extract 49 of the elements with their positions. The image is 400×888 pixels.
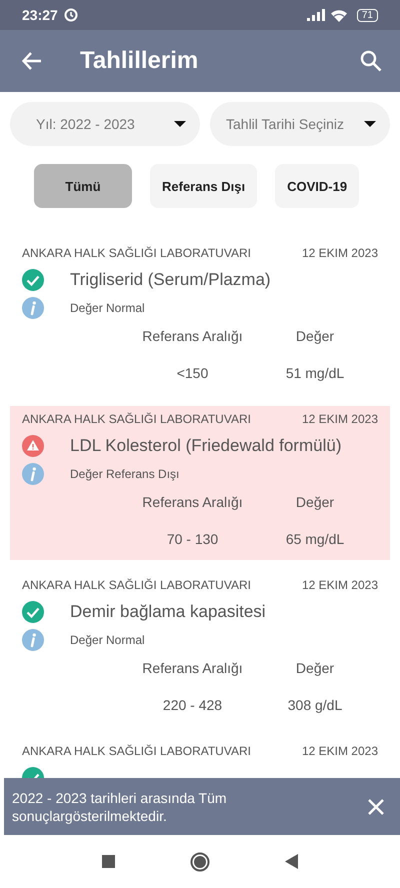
- lab-name: ANKARA HALK SAĞLIĞI LABORATUVARI: [22, 245, 251, 262]
- filter-chip[interactable]: COVID-19: [275, 164, 360, 208]
- column-header: Değer: [294, 328, 336, 345]
- filter-chip[interactable]: Tümü: [34, 164, 132, 208]
- filter-chip[interactable]: Referans Dışı: [150, 164, 258, 208]
- reference-range: 70 - 130: [166, 531, 220, 548]
- status-text: Değer Referans Dışı: [70, 467, 180, 481]
- test-name: LDL Kolesterol (Friedewald formülü): [70, 436, 342, 456]
- reference-range: <150: [176, 365, 210, 382]
- column-header: Referans Aralığı: [141, 328, 244, 345]
- status-text: Değer Normal: [70, 633, 145, 647]
- dropdown-caret-icon: [364, 121, 376, 127]
- column-header: Referans Aralığı: [141, 660, 244, 677]
- status-time: 23:27: [22, 7, 58, 23]
- result-date: 12 EKIM 2023: [302, 577, 378, 594]
- screen-title: Tahlillerim: [80, 47, 200, 75]
- snackbar-message: 2022 - 2023 tarihleri arasında Tüm sonuçlargösterilmektedir.: [12, 788, 228, 824]
- result-date: 12 EKIM 2023: [302, 411, 378, 428]
- result-date: 12 EKIM 2023: [302, 245, 378, 262]
- reference-range: 220 - 428: [162, 697, 224, 714]
- lab-name: ANKARA HALK SAĞLIĞI LABORATUVARI: [22, 743, 251, 760]
- result-value: 51 mg/dL: [284, 365, 346, 382]
- column-header: Referans Aralığı: [141, 494, 244, 511]
- warning-circle-icon: [22, 435, 44, 457]
- dropdown-field[interactable]: Tahlil Tarihi Seçiniz: [210, 102, 390, 146]
- check-circle-icon: [22, 269, 44, 291]
- column-header: Değer: [294, 494, 336, 511]
- result-date: 12 EKIM 2023: [302, 743, 378, 760]
- close-icon[interactable]: [368, 798, 384, 814]
- signal-icon: [306, 9, 325, 21]
- column-header: Değer: [294, 660, 336, 677]
- wifi-icon: [330, 8, 347, 22]
- lab-name: ANKARA HALK SAĞLIĞI LABORATUVARI: [22, 577, 251, 594]
- lab-name: ANKARA HALK SAĞLIĞI LABORATUVARI: [22, 411, 251, 428]
- search-icon[interactable]: [360, 50, 382, 72]
- alarm-clock-icon: [64, 8, 78, 22]
- back-nav-icon[interactable]: [285, 854, 298, 869]
- back-arrow-icon[interactable]: [22, 52, 42, 70]
- result-value: 65 mg/dL: [284, 531, 346, 548]
- status-text: Değer Normal: [70, 301, 145, 315]
- result-card[interactable]: ANKARA HALK SAĞLIĞI LABORATUVARI 12 EKIM 2023 LDL Kolesterol (Friedewald formülü) Değer Referans Dışı Referans Aralığı Değer 70 - 130 65 mg/dL: [10, 406, 390, 560]
- dropdown-field[interactable]: Yıl: 2022 - 2023: [10, 102, 200, 146]
- home-nav-icon[interactable]: [190, 852, 210, 872]
- check-circle-icon: [22, 601, 44, 623]
- test-name: Trigliserid (Serum/Plazma): [70, 270, 271, 290]
- dropdown-caret-icon: [174, 121, 186, 127]
- battery-indicator: 71: [356, 8, 378, 22]
- result-value: 308 g/dL: [286, 697, 344, 714]
- test-name: Demir bağlama kapasitesi: [70, 602, 266, 622]
